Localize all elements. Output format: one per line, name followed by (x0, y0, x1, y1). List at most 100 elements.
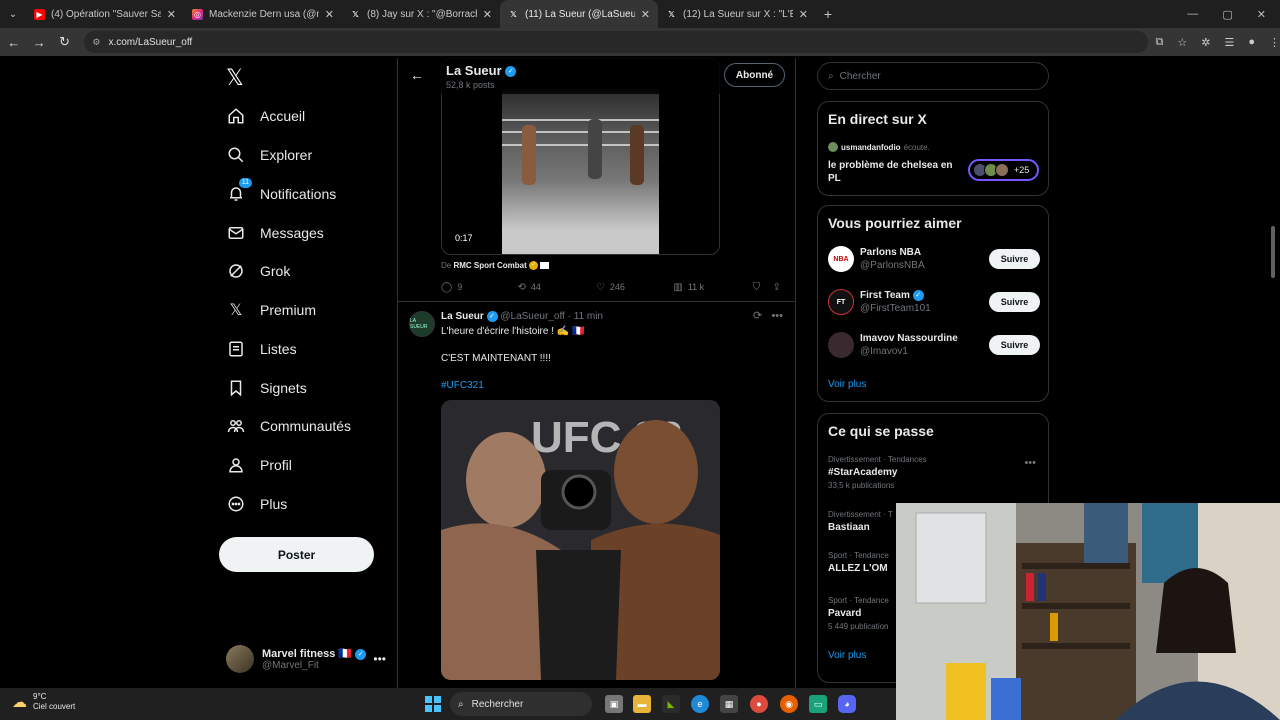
reply-button[interactable]: ◯ 9 (441, 280, 517, 294)
nav-item-premium[interactable]: 𝕏 Premium (226, 295, 316, 325)
nav-item-profile[interactable]: Profil (226, 450, 292, 480)
author-name[interactable]: La Sueur (441, 311, 484, 322)
x-logo-icon: 𝕏 (229, 302, 243, 319)
tweet-time[interactable]: · 11 min (568, 311, 603, 322)
firefox-icon[interactable]: ◉ (780, 695, 798, 713)
site-info-icon[interactable]: ⚙ (92, 37, 100, 48)
retweet-icon: ⟲ (517, 281, 526, 293)
live-topic[interactable]: le problème de chelsea en PL (828, 159, 960, 185)
close-icon[interactable]: ✕ (641, 8, 650, 21)
back-arrow-icon[interactable]: ← (410, 67, 424, 83)
chrome-icon[interactable]: ● (750, 695, 768, 713)
task-view-icon[interactable]: ▣ (605, 695, 623, 713)
app-icon[interactable]: ▭ (809, 695, 827, 713)
install-icon[interactable]: ⧉ (1156, 36, 1164, 49)
close-icon[interactable]: ✕ (483, 8, 492, 21)
discord-icon[interactable]: ◕ (838, 695, 856, 713)
nav-item-more[interactable]: Plus (226, 489, 287, 519)
store-icon[interactable]: ▦ (720, 695, 738, 713)
weather-widget[interactable]: ☁ 9°C Ciel couvert (12, 692, 75, 712)
edge-icon[interactable]: e (691, 695, 709, 713)
reload-icon[interactable]: ↻ (53, 34, 76, 50)
nav-item-home[interactable]: Accueil (226, 101, 305, 131)
close-icon[interactable]: ✕ (167, 8, 176, 21)
like-button[interactable]: ♡ 246 (596, 280, 673, 294)
listener-count: +25 (1014, 165, 1030, 175)
suggestion-handle: @ParlonsNBA (860, 260, 925, 271)
home-icon (226, 106, 246, 126)
scrollbar-thumb[interactable] (1271, 226, 1275, 278)
tab-1[interactable]: ▶ (4) Opération "Sauver Sarko", le ✕ (26, 0, 184, 28)
account-switcher[interactable]: Marvel fitness 🇫🇷 ✓ @Marvel_Fit ••• (226, 642, 386, 676)
more-dots-icon[interactable]: ••• (373, 652, 386, 666)
nvidia-icon[interactable]: ◣ (662, 695, 680, 713)
nav-item-bookmarks[interactable]: Signets (226, 373, 307, 403)
person-icon (226, 455, 246, 475)
menu-dots-icon[interactable]: ⋮ (1269, 36, 1280, 49)
post-button[interactable]: Poster (219, 537, 374, 572)
video-thumbnail (502, 89, 659, 254)
bookmark-button[interactable]: ⛉ (753, 280, 773, 294)
nav-item-notifications[interactable]: 11 Notifications (226, 178, 336, 209)
suggestion-item[interactable]: NBA Parlons NBA @ParlonsNBA Suivre (828, 244, 1040, 274)
share-button[interactable]: ⇪ (773, 280, 786, 294)
nav-item-explore[interactable]: Explorer (226, 140, 312, 170)
extensions-icon[interactable]: ✲ (1201, 36, 1210, 49)
more-dots-icon[interactable]: ••• (771, 310, 783, 322)
forward-arrow-icon[interactable]: → (27, 35, 50, 50)
nav-item-communities[interactable]: Communautés (226, 411, 351, 441)
tweet-photo[interactable]: UFC 32 (441, 400, 720, 680)
maximize-icon[interactable]: ▢ (1222, 8, 1232, 21)
suggestion-item[interactable]: FT First Team ✓ @FirstTeam101 Suivre (828, 287, 1040, 317)
weather-desc: Ciel couvert (33, 702, 76, 711)
hashtag-link[interactable]: #UFC321 (441, 380, 484, 391)
views-button[interactable]: ▥ 11 k (673, 280, 752, 294)
follow-button[interactable]: Suivre (989, 292, 1040, 312)
tab-2[interactable]: ◎ Mackenzie Dern usa (@macke ✕ (184, 0, 342, 28)
video-source[interactable]: De RMC Sport Combat ✓ (441, 261, 550, 271)
weather-temp: 9°C (33, 692, 47, 701)
following-button[interactable]: Abonné (724, 63, 785, 87)
nav-item-lists[interactable]: Listes (226, 334, 297, 364)
verified-badge-icon: ✓ (486, 311, 498, 322)
nav-item-grok[interactable]: Grok (226, 256, 290, 286)
trend-item[interactable]: Divertissement · Tendances #StarAcademy … (828, 455, 1038, 490)
file-explorer-icon[interactable]: ▬ (633, 695, 651, 713)
new-tab-button[interactable]: + (816, 6, 840, 22)
mail-icon (226, 223, 246, 243)
live-listeners[interactable]: +25 (968, 159, 1039, 181)
url-input[interactable]: ⚙ x.com/LaSueur_off (84, 31, 1148, 53)
trend-category: Divertissement · Tendances (828, 455, 927, 464)
ring-rope (502, 119, 659, 121)
follow-button[interactable]: Suivre (989, 335, 1040, 355)
back-arrow-icon[interactable]: ← (2, 35, 25, 50)
retweet-button[interactable]: ⟲ 44 (517, 280, 595, 294)
taskbar-search[interactable]: ⌕ Rechercher (450, 692, 592, 716)
tab-3[interactable]: 𝕏 (8) Jay sur X : "@BorrachinhaMi ✕ (342, 0, 500, 28)
close-icon[interactable]: ✕ (325, 8, 334, 21)
see-more-link[interactable]: Voir plus (828, 379, 866, 390)
search-input[interactable]: ⌕ Chercher (817, 62, 1049, 90)
bookmark-star-icon[interactable]: ☆ (1177, 36, 1187, 49)
tab-search-button[interactable]: ⌄ (0, 0, 26, 28)
minimize-icon[interactable]: — (1187, 8, 1198, 21)
follow-button[interactable]: Suivre (989, 249, 1040, 269)
x-logo-icon[interactable]: 𝕏 (226, 66, 244, 91)
suggestion-item[interactable]: Imavov Nassourdine @Imavov1 Suivre (828, 330, 1040, 360)
close-icon[interactable]: ✕ (799, 8, 808, 21)
tab-5[interactable]: 𝕏 (12) La Sueur sur X : "L'ÉNORM ✕ (658, 0, 816, 28)
grok-icon[interactable]: ⟳ (753, 310, 762, 322)
reading-list-icon[interactable]: ☰ (1224, 36, 1234, 49)
tab-4-active[interactable]: 𝕏 (11) La Sueur (@LaSueur_off) / ✕ (500, 0, 658, 28)
x-icon: 𝕏 (668, 9, 675, 19)
see-more-link[interactable]: Voir plus (828, 650, 866, 661)
card-title: En direct sur X (828, 111, 927, 127)
search-icon: ⌕ (458, 698, 464, 710)
profile-icon[interactable]: ● (1248, 36, 1255, 49)
author-handle[interactable]: @LaSueur_off (500, 311, 564, 322)
nav-item-messages[interactable]: Messages (226, 218, 324, 248)
windows-start-icon[interactable] (425, 696, 441, 712)
close-window-icon[interactable]: ✕ (1257, 8, 1266, 21)
live-host[interactable]: usmandanfodio écoute. (828, 142, 930, 152)
avatar[interactable]: LA SUEUR (409, 311, 435, 337)
